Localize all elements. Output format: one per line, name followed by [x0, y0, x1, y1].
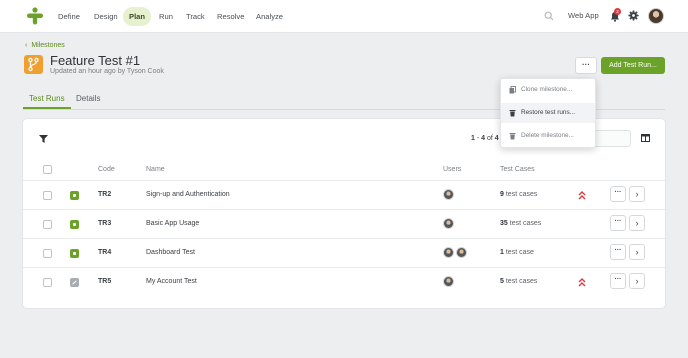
chevron-left-icon: ‹: [25, 42, 28, 49]
nav-resolve[interactable]: Resolve: [211, 7, 250, 26]
user-avatar[interactable]: [648, 8, 664, 24]
nav-plan[interactable]: Plan: [123, 7, 152, 26]
pagination-range: 1 - 4 of 4: [471, 135, 499, 142]
breadcrumb-label: Milestones: [31, 42, 65, 49]
row-more-button[interactable]: ···: [610, 215, 626, 231]
row-code[interactable]: TR3: [98, 220, 111, 227]
status-active-icon: [70, 191, 79, 200]
row-checkbox[interactable]: [43, 191, 52, 200]
nav-design[interactable]: Design: [88, 7, 124, 26]
status-edit-icon: [70, 278, 79, 287]
column-header-name[interactable]: Name: [146, 166, 165, 173]
page-title: Feature Test #1: [50, 53, 141, 68]
nav-define[interactable]: Define: [52, 7, 86, 26]
menu-item-clone-milestone[interactable]: Clone milestone...: [501, 80, 595, 100]
row-name[interactable]: My Account Test: [146, 278, 197, 285]
tab-test-runs[interactable]: Test Runs: [29, 94, 65, 103]
row-code[interactable]: TR2: [98, 191, 111, 198]
page-subtitle: Updated an hour ago by Tyson Cook: [50, 68, 164, 75]
user-avatar: [456, 247, 467, 258]
filter-icon[interactable]: [39, 135, 48, 143]
row-more-button[interactable]: ···: [610, 186, 626, 202]
table-row[interactable]: TR4 Dashboard Test 1 test case ··· ›: [23, 239, 665, 268]
trash-icon: [509, 110, 516, 117]
branch-icon: [28, 57, 39, 72]
row-open-button[interactable]: ›: [629, 273, 645, 289]
status-active-icon: [70, 249, 79, 258]
row-checkbox[interactable]: [43, 278, 52, 287]
row-name[interactable]: Sign-up and Authentication: [146, 191, 230, 198]
table-row[interactable]: TR3 Basic App Usage 35 test cases ··· ›: [23, 210, 665, 239]
select-all-checkbox[interactable]: [43, 165, 52, 174]
user-avatar: [443, 218, 454, 229]
columns-layout-icon[interactable]: [641, 134, 650, 142]
row-test-cases: 9 test cases: [500, 191, 538, 198]
menu-item-delete-milestone[interactable]: Delete milestone...: [501, 126, 595, 146]
column-header-code[interactable]: Code: [98, 166, 115, 173]
breadcrumb-milestones[interactable]: ‹ Milestones: [25, 42, 65, 49]
row-open-button[interactable]: ›: [629, 186, 645, 202]
menu-item-restore-test-runs[interactable]: Restore test runs...: [501, 103, 595, 123]
column-header-test-cases[interactable]: Test Cases: [500, 166, 535, 173]
row-name[interactable]: Basic App Usage: [146, 220, 199, 227]
status-active-icon: [70, 220, 79, 229]
trash-icon: [509, 133, 516, 140]
row-test-cases: 35 test cases: [500, 220, 542, 227]
top-navigation: Define Design Plan Run Track Resolve Ana…: [0, 0, 688, 33]
row-more-button[interactable]: ···: [610, 273, 626, 289]
nav-run[interactable]: Run: [153, 7, 179, 26]
search-icon[interactable]: [544, 11, 554, 21]
nav-analyze[interactable]: Analyze: [250, 7, 289, 26]
more-actions-menu: Clone milestone... Restore test runs... …: [500, 78, 596, 148]
copy-icon: [509, 86, 516, 94]
row-open-button[interactable]: ›: [629, 244, 645, 260]
project-selector[interactable]: Web App: [568, 11, 599, 20]
row-code[interactable]: TR4: [98, 249, 111, 256]
settings-gear-icon[interactable]: [628, 10, 639, 21]
row-checkbox[interactable]: [43, 220, 52, 229]
table-row[interactable]: TR2 Sign-up and Authentication 9 test ca…: [23, 181, 665, 210]
tab-details[interactable]: Details: [76, 94, 100, 103]
more-actions-button[interactable]: ···: [575, 57, 597, 74]
active-tab-indicator: [23, 107, 71, 109]
notification-count-badge: 2: [614, 8, 621, 15]
row-test-cases: 5 test cases: [500, 278, 538, 285]
row-checkbox[interactable]: [43, 249, 52, 258]
milestone-icon: [24, 55, 43, 74]
row-name[interactable]: Dashboard Test: [146, 249, 195, 256]
app-logo-icon[interactable]: [26, 7, 44, 25]
nav-track[interactable]: Track: [180, 7, 211, 26]
row-more-button[interactable]: ···: [610, 244, 626, 260]
table-row[interactable]: TR5 My Account Test 5 test cases ··· ›: [23, 268, 665, 297]
add-test-run-button[interactable]: Add Test Run...: [601, 57, 665, 74]
high-priority-icon: [578, 278, 586, 287]
column-header-users[interactable]: Users: [443, 166, 461, 173]
user-avatar: [443, 276, 454, 287]
row-open-button[interactable]: ›: [629, 215, 645, 231]
user-avatar: [443, 247, 454, 258]
high-priority-icon: [578, 191, 586, 200]
user-avatar: [443, 189, 454, 200]
row-test-cases: 1 test case: [500, 249, 534, 256]
row-code[interactable]: TR5: [98, 278, 111, 285]
